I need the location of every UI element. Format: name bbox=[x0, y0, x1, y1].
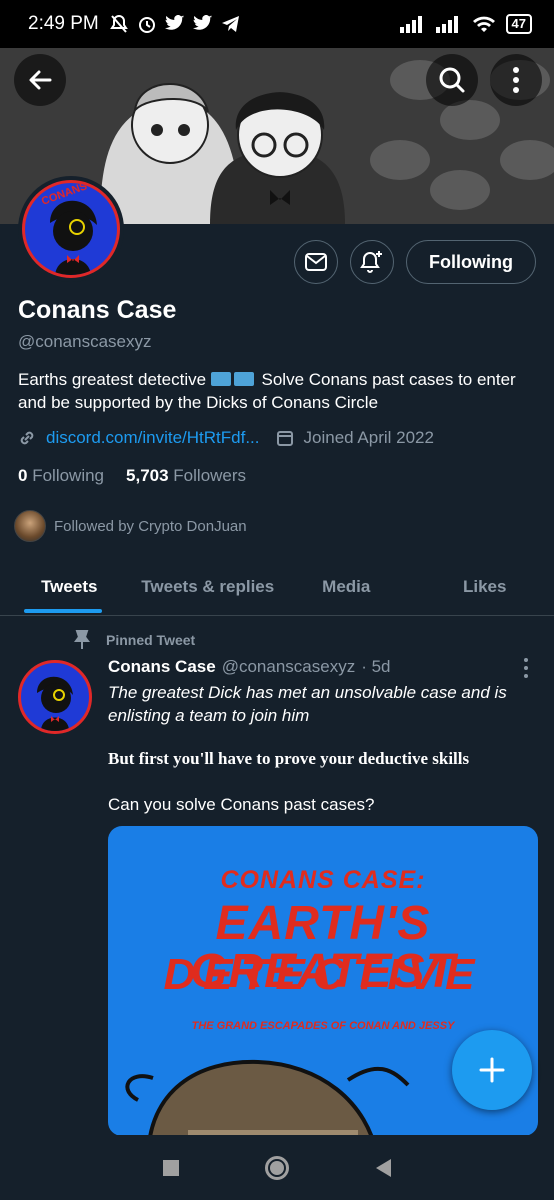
media-subtitle: THE GRAND ESCAPADES OF CONAN AND JESSY bbox=[191, 1020, 455, 1032]
search-icon bbox=[439, 67, 465, 93]
system-navigation-bar bbox=[0, 1135, 554, 1200]
media-title-line1: CONANS CASE: bbox=[220, 866, 426, 894]
link-icon bbox=[20, 431, 34, 445]
wifi-icon bbox=[472, 16, 495, 32]
tweet-header: Conans Case @conanscasexyz · 5d bbox=[108, 657, 391, 677]
tweet-author-name[interactable]: Conans Case bbox=[108, 657, 216, 677]
follower-avatar bbox=[14, 510, 46, 542]
media-title-line3: DETECTIVE bbox=[163, 950, 483, 999]
bio-text: Earths greatest detective bbox=[18, 370, 207, 389]
following-count: 0 bbox=[18, 466, 28, 485]
alarm-icon bbox=[138, 17, 155, 33]
profile-tabs: Tweets Tweets & replies Media Likes bbox=[0, 558, 554, 616]
profile-meta: discord.com/invite/HtRtFdf... Joined Apr… bbox=[18, 428, 434, 448]
profile-avatar[interactable]: CONANS bbox=[18, 176, 124, 282]
twitter-icon bbox=[192, 15, 212, 30]
twitter-icon bbox=[164, 15, 184, 30]
search-button[interactable] bbox=[426, 54, 478, 106]
notifications-button[interactable] bbox=[350, 240, 395, 284]
tweet-more-button[interactable] bbox=[524, 658, 530, 678]
following-button[interactable]: Following bbox=[406, 240, 536, 284]
folder-icon bbox=[233, 372, 254, 386]
tab-tweets-replies[interactable]: Tweets & replies bbox=[139, 558, 278, 615]
back-button[interactable] bbox=[14, 54, 66, 106]
joined-date: Joined April 2022 bbox=[303, 428, 434, 447]
signal-icon bbox=[435, 16, 458, 33]
followed-by-text: Followed by Crypto DonJuan bbox=[54, 517, 247, 535]
profile-bio: Earths greatest detective Solve Conans p… bbox=[18, 368, 538, 414]
pin-icon bbox=[74, 630, 90, 649]
bio-text-tail: Solve Conans past cases to enter bbox=[261, 370, 516, 389]
more-options-button[interactable] bbox=[490, 54, 542, 106]
bio-text-line2: and be supported by the Dicks of Conans … bbox=[18, 393, 379, 412]
bell-off-icon bbox=[109, 14, 128, 33]
message-button[interactable] bbox=[294, 240, 339, 284]
tweet-bold-text: But first you'll have to prove your dedu… bbox=[108, 749, 470, 768]
following-label: Following bbox=[32, 466, 105, 485]
pinned-indicator: Pinned Tweet bbox=[74, 630, 195, 650]
profile-handle: @conanscasexyz bbox=[18, 332, 152, 351]
followers-count: 5,703 bbox=[126, 466, 169, 485]
tweet-question: Can you solve Conans past cases? bbox=[108, 795, 375, 814]
tweet-timestamp: · 5d bbox=[361, 657, 391, 676]
tab-likes[interactable]: Likes bbox=[416, 558, 554, 615]
bell-plus-icon bbox=[360, 251, 383, 273]
mail-icon bbox=[305, 253, 328, 271]
battery-indicator: 47 bbox=[505, 14, 532, 34]
profile-name: Conans Case bbox=[18, 296, 177, 324]
more-vertical-icon bbox=[513, 67, 519, 93]
tab-tweets[interactable]: Tweets bbox=[0, 558, 139, 615]
calendar-icon bbox=[276, 431, 293, 446]
telegram-icon bbox=[221, 16, 239, 32]
tweet-author-handle: @conanscasexyz bbox=[221, 657, 356, 676]
tweet-text: The greatest Dick has met an unsolvable … bbox=[108, 683, 507, 725]
tab-media[interactable]: Media bbox=[277, 558, 416, 615]
avatar-image: CONANS bbox=[22, 180, 120, 278]
signal-icon bbox=[399, 16, 422, 33]
followers-label: Followers bbox=[173, 466, 247, 485]
followed-by[interactable]: Followed by Crypto DonJuan bbox=[14, 510, 247, 542]
status-bar: 2:49 PM 47 bbox=[0, 0, 554, 48]
back-nav-button[interactable] bbox=[375, 1158, 391, 1177]
follow-stats: 0 Following 5,703 Followers bbox=[18, 466, 246, 486]
pinned-label: Pinned Tweet bbox=[106, 632, 196, 648]
compose-tweet-button[interactable] bbox=[452, 1030, 532, 1110]
home-button[interactable] bbox=[265, 1155, 290, 1180]
compose-plus-icon bbox=[479, 1057, 505, 1083]
profile-website-link[interactable]: discord.com/invite/HtRtFdf... bbox=[46, 428, 260, 448]
status-time: 2:49 PM bbox=[28, 13, 99, 34]
recents-button[interactable] bbox=[163, 1159, 180, 1176]
folder-icon bbox=[210, 372, 231, 386]
followers-count-link[interactable]: 5,703 Followers bbox=[126, 466, 246, 486]
profile-actions: Following bbox=[294, 240, 536, 284]
following-count-link[interactable]: 0 Following bbox=[18, 466, 104, 486]
notification-icons bbox=[109, 14, 241, 34]
back-arrow-icon bbox=[29, 70, 52, 90]
tweet-author-avatar[interactable] bbox=[18, 660, 92, 734]
